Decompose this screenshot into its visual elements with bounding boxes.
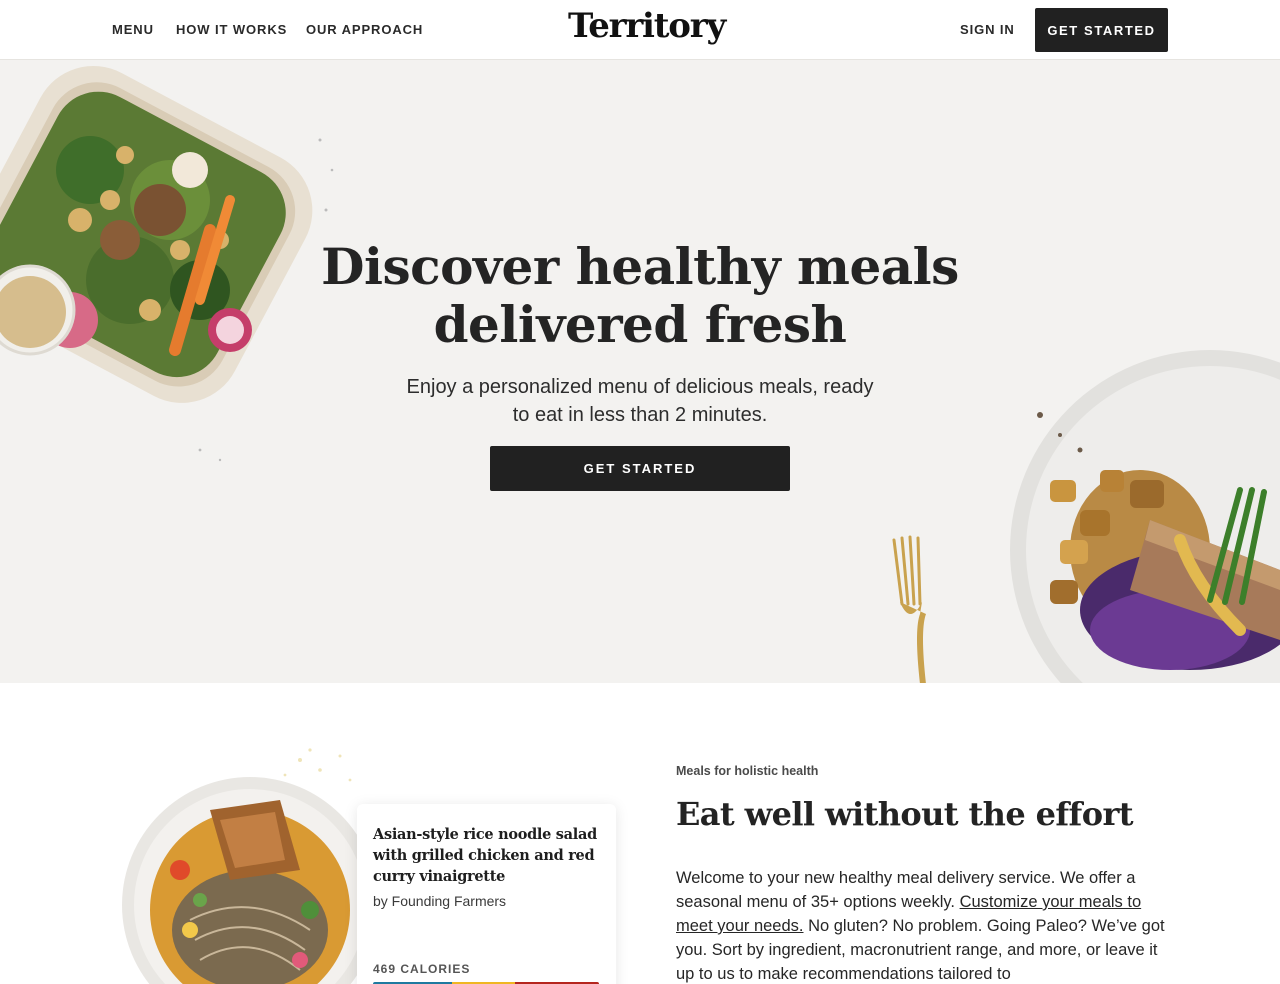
hero-subtitle: Enjoy a personalized menu of delicious m…: [380, 373, 900, 429]
top-nav: MENU HOW IT WORKS OUR APPROACH Territory…: [0, 0, 1280, 60]
hero-subtitle-line-1: Enjoy a personalized menu of delicious m…: [406, 376, 874, 398]
section-title: Eat well without the effort: [676, 795, 1134, 833]
meal-chef: by Founding Farmers: [373, 893, 507, 909]
meal-name: Asian-style rice noodle salad with grill…: [373, 826, 597, 885]
hero-get-started-button[interactable]: GET STARTED: [490, 446, 790, 491]
meal-card[interactable]: Asian-style rice noodle salad with grill…: [357, 804, 616, 984]
nav-menu-link[interactable]: MENU: [112, 22, 154, 37]
nav-how-it-works-link[interactable]: HOW IT WORKS: [176, 22, 287, 37]
noodle-salad-image: [122, 748, 360, 984]
hero-title-line-2: delivered fresh: [433, 295, 847, 354]
fork-image: [892, 535, 926, 683]
logo[interactable]: Territory: [568, 6, 726, 46]
hero-subtitle-line-2: to eat in less than 2 minutes.: [512, 404, 768, 426]
meal-calories: 469 CALORIES: [373, 962, 471, 976]
hero-title-line-1: Discover healthy meals: [321, 237, 959, 296]
hero-section: Discover healthy meals delivered fresh E…: [0, 60, 1280, 683]
sign-in-link[interactable]: SIGN IN: [960, 22, 1015, 37]
nav-get-started-button[interactable]: GET STARTED: [1035, 8, 1168, 52]
section-eyebrow: Meals for holistic health: [676, 764, 819, 778]
plated-meal-image: [1010, 350, 1280, 683]
hero-title: Discover healthy meals delivered fresh: [240, 238, 1040, 354]
nav-our-approach-link[interactable]: OUR APPROACH: [306, 22, 423, 37]
section-body: Welcome to your new healthy meal deliver…: [676, 866, 1166, 984]
